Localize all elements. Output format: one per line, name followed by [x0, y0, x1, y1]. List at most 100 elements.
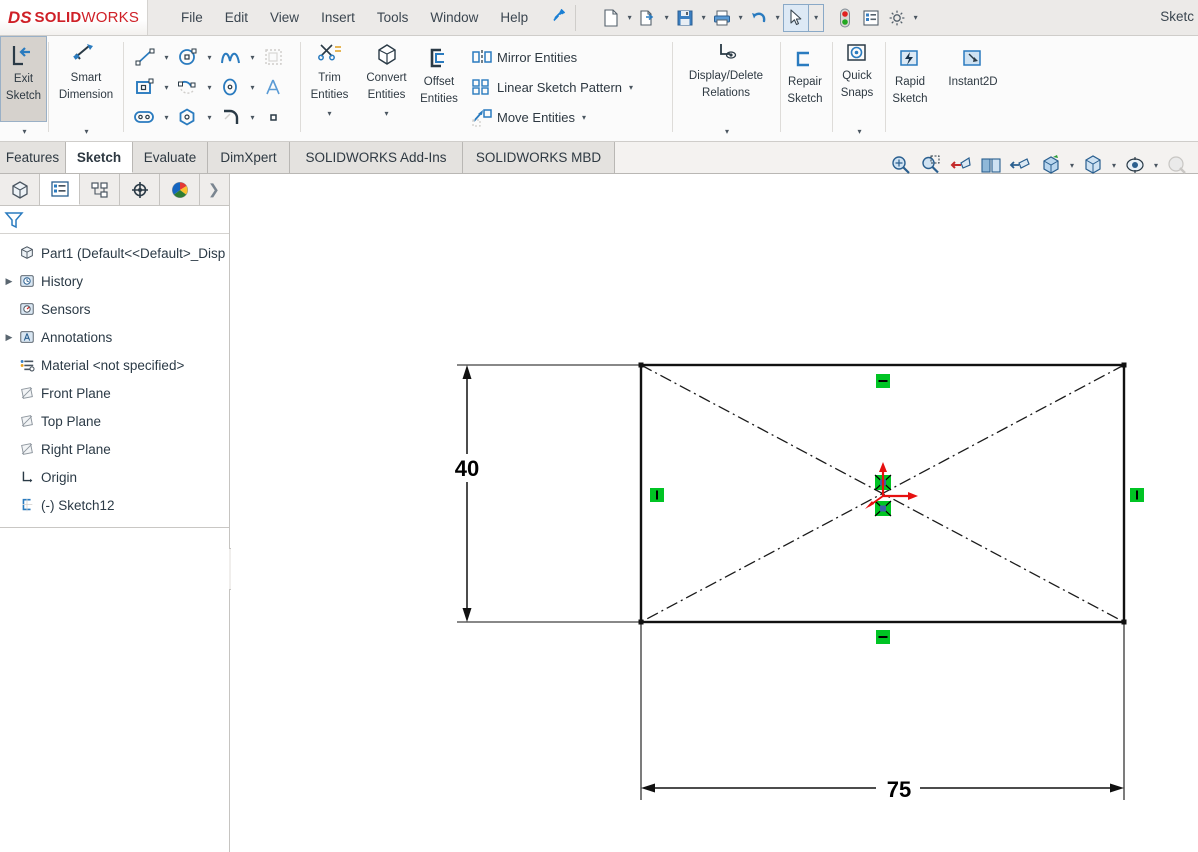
display-delete-relations-caret[interactable]: ▾	[673, 127, 781, 136]
tab-dimxpert[interactable]: DimXpert	[208, 142, 290, 173]
open-document-icon[interactable]	[635, 4, 661, 32]
text-icon[interactable]	[259, 73, 289, 101]
save-caret[interactable]: ▾	[698, 4, 709, 32]
move-entities-caret[interactable]: ▾	[575, 113, 593, 122]
arc-icon[interactable]	[173, 73, 203, 101]
tree-item-part1[interactable]: Part1 (Default<<Default>_Disp	[0, 239, 229, 267]
repair-sketch-button[interactable]: Repair Sketch	[781, 36, 829, 124]
tree-item-front-plane[interactable]: Front Plane	[0, 379, 229, 407]
polygon-icon[interactable]	[173, 103, 203, 131]
display-delete-relations-button[interactable]: Display/Delete Relations	[673, 36, 779, 124]
vertical-relation-right[interactable]	[1130, 488, 1144, 502]
convert-entities-button[interactable]: Convert Entities ▾	[358, 36, 415, 124]
mirror-entities-button[interactable]: Mirror Entities	[467, 42, 642, 72]
horizontal-relation-top[interactable]	[876, 374, 890, 388]
tree-item-sketch12[interactable]: (-) Sketch12	[0, 491, 229, 519]
circle-icon[interactable]	[173, 43, 203, 71]
rapid-sketch-button[interactable]: Rapid Sketch	[886, 36, 934, 124]
feature-manager-tab[interactable]	[0, 174, 40, 205]
slot-icon[interactable]	[130, 103, 160, 131]
gear-options-icon[interactable]	[884, 4, 910, 32]
menu-item-insert[interactable]: Insert	[310, 5, 366, 30]
tree-item-right-plane[interactable]: Right Plane	[0, 435, 229, 463]
dimxpert-manager-tab[interactable]	[120, 174, 160, 205]
fillet-icon[interactable]	[216, 103, 246, 131]
expand-arrow-history[interactable]: ▶	[2, 276, 16, 287]
configuration-manager-tab[interactable]	[80, 174, 120, 205]
undo-icon[interactable]	[746, 4, 772, 32]
vertical-dimension[interactable]: 40	[447, 364, 641, 623]
line-caret[interactable]: ▾	[160, 43, 173, 71]
slot-caret[interactable]: ▾	[160, 103, 173, 131]
tree-filter-bar[interactable]	[0, 206, 229, 234]
menu-item-edit[interactable]: Edit	[214, 5, 259, 30]
menu-item-window[interactable]: Window	[419, 5, 489, 30]
trim-entities-button[interactable]: Trim Entities ▾	[301, 36, 358, 124]
arc-caret[interactable]: ▾	[203, 73, 216, 101]
tree-item-annotations[interactable]: ▶ Annotations	[0, 323, 229, 351]
undo-caret[interactable]: ▾	[772, 4, 783, 32]
menu-item-help[interactable]: Help	[489, 5, 539, 30]
graphics-area[interactable]: 40 75	[231, 174, 1198, 852]
quick-snaps-button[interactable]: Quick Snaps	[833, 36, 881, 124]
circle-caret[interactable]: ▾	[203, 43, 216, 71]
rectangle-caret[interactable]: ▾	[160, 73, 173, 101]
menu-item-file[interactable]: File	[170, 5, 214, 30]
smart-dimension-group-caret[interactable]: ▾	[49, 127, 124, 136]
convert-entities-caret[interactable]: ▾	[358, 109, 415, 118]
new-document-caret[interactable]: ▾	[624, 4, 635, 32]
menu-item-view[interactable]: View	[259, 5, 310, 30]
line-icon[interactable]	[130, 43, 160, 71]
property-manager-tab[interactable]	[40, 174, 80, 205]
gear-options-caret[interactable]: ▾	[910, 4, 921, 32]
instant2d-button[interactable]: Instant2D	[938, 36, 1008, 124]
tab-evaluate[interactable]: Evaluate	[133, 142, 208, 173]
sketch-pattern-icon[interactable]	[259, 43, 289, 71]
save-icon[interactable]	[672, 4, 698, 32]
tab-solidworks-addins[interactable]: SOLIDWORKS Add-Ins	[290, 142, 463, 173]
fillet-caret[interactable]: ▾	[246, 103, 259, 131]
tree-item-top-plane[interactable]: Top Plane	[0, 407, 229, 435]
horizontal-dimension[interactable]: 75	[640, 622, 1125, 802]
offset-entities-button[interactable]: Offset Entities	[415, 36, 463, 124]
tree-item-origin[interactable]: Origin	[0, 463, 229, 491]
tree-item-sensors[interactable]: Sensors	[0, 295, 229, 323]
new-document-icon[interactable]	[598, 4, 624, 32]
tab-sketch[interactable]: Sketch	[66, 142, 133, 173]
linear-sketch-pattern-caret[interactable]: ▾	[622, 83, 640, 92]
tab-solidworks-mbd[interactable]: SOLIDWORKS MBD	[463, 142, 615, 173]
trim-entities-caret[interactable]: ▾	[301, 109, 358, 118]
coincident-relation-lower[interactable]	[874, 500, 892, 517]
expand-arrow-annotations[interactable]: ▶	[2, 332, 16, 343]
ellipse-caret[interactable]: ▾	[246, 73, 259, 101]
linear-sketch-pattern-button[interactable]: Linear Sketch Pattern ▾	[467, 72, 642, 102]
options-list-icon[interactable]	[858, 4, 884, 32]
polygon-caret[interactable]: ▾	[203, 103, 216, 131]
spline-caret[interactable]: ▾	[246, 43, 259, 71]
smart-dimension-button[interactable]: Smart Dimension	[49, 36, 123, 124]
tree-item-material[interactable]: Material <not specified>	[0, 351, 229, 379]
exit-sketch-group-caret[interactable]: ▾	[0, 127, 49, 136]
select-cursor-icon[interactable]	[783, 3, 810, 32]
menu-item-tools[interactable]: Tools	[366, 5, 420, 30]
ellipse-icon[interactable]	[216, 73, 246, 101]
display-manager-tab[interactable]	[160, 174, 200, 205]
print-caret[interactable]: ▾	[735, 4, 746, 32]
rectangle-icon[interactable]	[130, 73, 160, 101]
horizontal-relation-bottom[interactable]	[876, 630, 890, 644]
spline-icon[interactable]	[216, 43, 246, 71]
sketch-origin[interactable]	[865, 462, 918, 509]
chevron-right-icon[interactable]: ❯	[208, 181, 220, 198]
exit-sketch-button[interactable]: Exit Sketch	[0, 36, 47, 122]
point-icon[interactable]	[259, 103, 289, 131]
quick-snaps-caret[interactable]: ▾	[833, 127, 886, 136]
tab-features[interactable]: Features	[0, 142, 66, 173]
move-entities-button[interactable]: Move Entities ▾	[467, 102, 642, 132]
pin-icon[interactable]	[551, 7, 567, 28]
open-document-caret[interactable]: ▾	[661, 4, 672, 32]
rebuild-status-icon[interactable]	[832, 4, 858, 32]
tree-item-history[interactable]: ▶ History	[0, 267, 229, 295]
print-icon[interactable]	[709, 4, 735, 32]
vertical-relation-left[interactable]	[650, 488, 664, 502]
select-cursor-caret[interactable]: ▾	[809, 3, 825, 32]
